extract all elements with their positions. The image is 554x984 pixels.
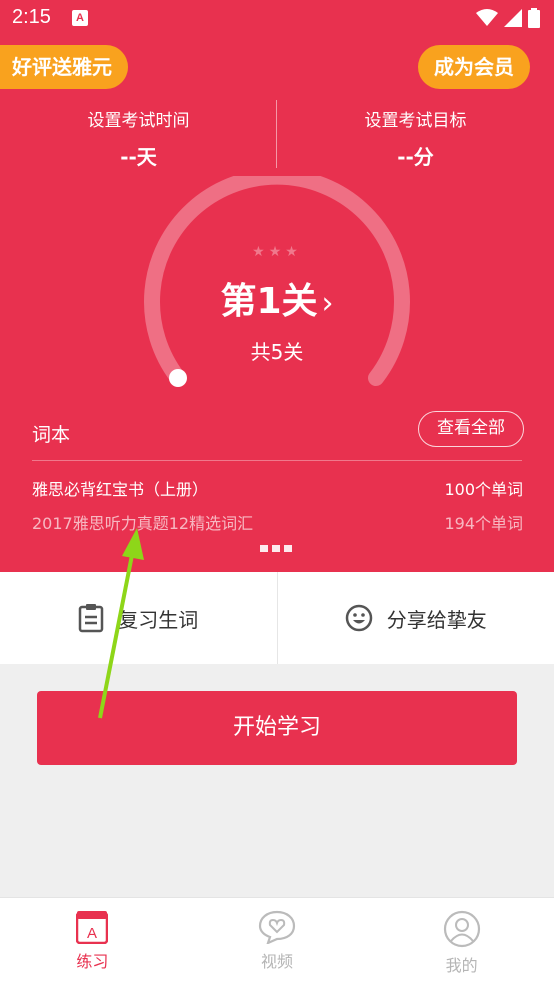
heart-bubble-icon	[258, 910, 296, 944]
start-learning-button[interactable]: 开始学习	[37, 691, 517, 765]
status-time: 2:15	[12, 6, 51, 28]
exam-target-label: 设置考试目标	[364, 111, 467, 131]
tab-me-label: 我的	[445, 956, 478, 975]
review-reward-button[interactable]: 好评送雅元	[0, 45, 128, 89]
smiley-icon	[345, 604, 372, 632]
tab-video[interactable]: 视频	[185, 898, 370, 984]
become-member-button[interactable]: 成为会员	[418, 45, 530, 89]
quick-actions: 复习生词 分享给挚友	[0, 572, 554, 664]
bottom-tab-bar: A 练习 视频 我的	[0, 897, 554, 984]
share-friends-button[interactable]: 分享给挚友	[278, 572, 554, 664]
clipboard-icon	[79, 604, 104, 633]
level-title-button[interactable]: 第1关 ›	[0, 272, 554, 324]
hero-panel: 2:15 A 好评送雅元 成为会员 设置考试时间 --天 设置考试目标 --分 …	[0, 0, 554, 572]
exam-time-value: --天	[120, 145, 157, 169]
exam-target-setting[interactable]: 设置考试目标 --分	[277, 106, 554, 170]
status-bar: 2:15 A	[0, 0, 554, 36]
tab-practice[interactable]: A 练习	[0, 898, 185, 984]
wordbook-count: 100个单词	[444, 480, 523, 499]
chevron-right-icon: ›	[321, 286, 334, 321]
user-icon	[443, 910, 480, 948]
review-words-button[interactable]: 复习生词	[0, 572, 277, 664]
review-words-label: 复习生词	[118, 607, 199, 632]
app-notification-icon: A	[72, 10, 88, 26]
share-friends-label: 分享给挚友	[386, 607, 487, 632]
exam-time-setting[interactable]: 设置考试时间 --天	[0, 106, 277, 170]
tab-practice-label: 练习	[76, 952, 109, 971]
wordbook-item[interactable]: 2017雅思听力真题12精选词汇 194个单词	[32, 510, 523, 534]
svg-text:A: A	[87, 925, 97, 942]
level-total: 共5关	[250, 340, 304, 364]
level-title: 第1关	[220, 281, 318, 322]
wordbook-name: 雅思必背红宝书（上册）	[32, 480, 209, 499]
wordbook-name: 2017雅思听力真题12精选词汇	[32, 514, 254, 533]
book-a-icon: A	[76, 911, 109, 944]
page-dot	[272, 545, 280, 552]
exam-time-label: 设置考试时间	[87, 111, 190, 131]
page-indicator	[260, 545, 292, 552]
tab-me[interactable]: 我的	[369, 898, 554, 984]
wordbook-item[interactable]: 雅思必背红宝书（上册） 100个单词	[32, 476, 523, 500]
tab-video-label: 视频	[261, 952, 294, 971]
page-dot	[284, 545, 292, 552]
wifi-icon	[476, 9, 498, 26]
wordbook-title: 词本	[32, 424, 71, 446]
exam-target-value: --分	[397, 145, 434, 169]
view-all-button[interactable]: 查看全部	[418, 411, 524, 447]
wordbook-count: 194个单词	[444, 514, 523, 533]
level-stars: ★★★	[252, 244, 302, 260]
wordbook-divider	[32, 460, 522, 461]
status-indicators	[476, 8, 540, 28]
page-dot	[260, 545, 268, 552]
signal-icon	[504, 9, 522, 27]
battery-icon	[528, 8, 540, 28]
